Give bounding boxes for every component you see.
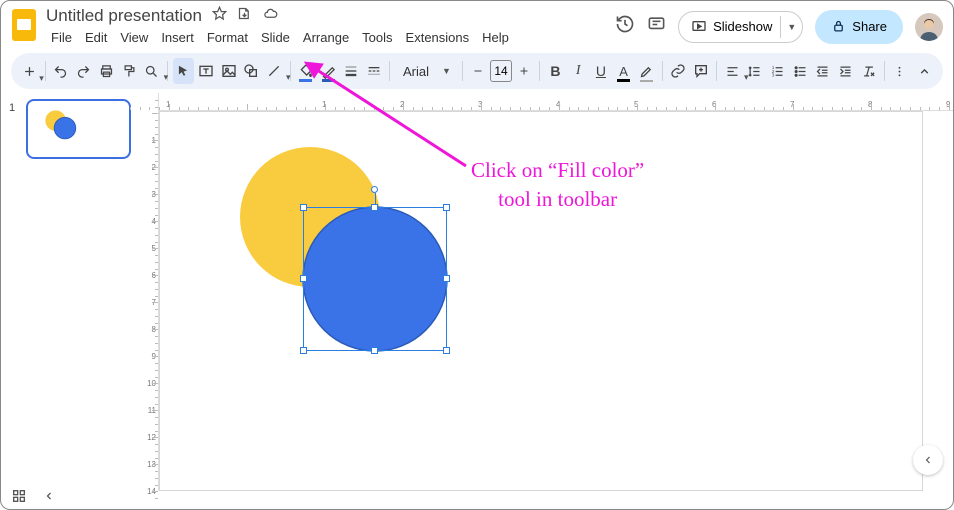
- rotate-handle[interactable]: [371, 186, 378, 193]
- link-button[interactable]: [668, 58, 689, 84]
- fontsize-input[interactable]: 14: [490, 60, 511, 82]
- slide-thumbnail-1[interactable]: [26, 99, 131, 159]
- comments-icon[interactable]: [647, 15, 666, 39]
- textbox-button[interactable]: [196, 58, 217, 84]
- star-icon[interactable]: [212, 6, 227, 26]
- menu-slide[interactable]: Slide: [256, 28, 295, 47]
- fill-color-button[interactable]: [295, 58, 316, 84]
- border-weight-button[interactable]: [341, 58, 362, 84]
- resize-handle[interactable]: [300, 347, 307, 354]
- document-title[interactable]: Untitled presentation: [46, 6, 202, 26]
- move-icon[interactable]: [237, 6, 252, 26]
- resize-handle[interactable]: [300, 204, 307, 211]
- menu-edit[interactable]: Edit: [80, 28, 112, 47]
- fill-color-swatch: [299, 79, 312, 82]
- align-button[interactable]: ▾: [722, 58, 743, 84]
- clear-formatting-button[interactable]: [858, 58, 879, 84]
- border-color-swatch: [322, 79, 335, 82]
- menu-format[interactable]: Format: [202, 28, 253, 47]
- cloud-status-icon[interactable]: [262, 6, 279, 26]
- selection-box[interactable]: [303, 207, 447, 351]
- annotation-text: Click on “Fill color” tool in toolbar: [471, 156, 644, 215]
- menu-view[interactable]: View: [115, 28, 153, 47]
- border-dash-button[interactable]: [363, 58, 384, 84]
- underline-button[interactable]: U: [591, 58, 612, 84]
- share-button[interactable]: Share: [815, 10, 903, 44]
- print-button[interactable]: [96, 58, 117, 84]
- resize-handle[interactable]: [443, 347, 450, 354]
- line-button[interactable]: ▾: [264, 58, 285, 84]
- share-label: Share: [852, 19, 887, 34]
- more-options-button[interactable]: [890, 58, 911, 84]
- paint-format-button[interactable]: [119, 58, 140, 84]
- font-name: Arial: [403, 64, 429, 79]
- redo-button[interactable]: [73, 58, 94, 84]
- grid-view-button[interactable]: [11, 488, 27, 509]
- history-icon[interactable]: [615, 14, 635, 39]
- chevron-down-icon[interactable]: ▼: [787, 22, 796, 32]
- collapse-filmstrip-button[interactable]: [43, 489, 55, 507]
- comment-button[interactable]: [690, 58, 711, 84]
- slides-logo-icon: [11, 8, 37, 42]
- toolbar: ▾ ▾ ▾ Arial▼ 14 B I U A ▾ 123: [11, 53, 943, 89]
- bold-button[interactable]: B: [545, 58, 566, 84]
- user-avatar[interactable]: [915, 13, 943, 41]
- menu-bar: File Edit View Insert Format Slide Arran…: [46, 26, 514, 47]
- menu-insert[interactable]: Insert: [156, 28, 199, 47]
- slideshow-label: Slideshow: [713, 19, 772, 34]
- svg-text:3: 3: [772, 72, 775, 77]
- text-color-button[interactable]: A: [613, 58, 634, 84]
- zoom-button[interactable]: ▾: [141, 58, 162, 84]
- menu-file[interactable]: File: [46, 28, 77, 47]
- menu-tools[interactable]: Tools: [357, 28, 397, 47]
- resize-handle[interactable]: [443, 204, 450, 211]
- italic-button[interactable]: I: [568, 58, 589, 84]
- bulleted-list-button[interactable]: [790, 58, 811, 84]
- border-color-button[interactable]: [318, 58, 339, 84]
- resize-handle[interactable]: [300, 275, 307, 282]
- indent-increase-button[interactable]: [835, 58, 856, 84]
- new-slide-button[interactable]: ▾: [19, 58, 40, 84]
- resize-handle[interactable]: [371, 204, 378, 211]
- horizontal-ruler: 1123456789: [159, 93, 953, 111]
- numbered-list-button[interactable]: 123: [767, 58, 788, 84]
- highlight-button[interactable]: [636, 58, 657, 84]
- collapse-toolbar-button[interactable]: [914, 58, 935, 84]
- slide-number: 1: [9, 102, 15, 114]
- explore-button[interactable]: [913, 445, 943, 475]
- title-bar: Untitled presentation File Edit View Ins…: [1, 1, 953, 47]
- menu-help[interactable]: Help: [477, 28, 514, 47]
- undo-button[interactable]: [51, 58, 72, 84]
- image-button[interactable]: [218, 58, 239, 84]
- font-select[interactable]: Arial▼: [395, 59, 457, 83]
- select-tool[interactable]: [173, 58, 194, 84]
- fontsize-decrease[interactable]: [468, 58, 489, 84]
- resize-handle[interactable]: [443, 275, 450, 282]
- vertical-ruler: 1234567891011121314: [141, 93, 159, 491]
- slideshow-button[interactable]: Slideshow ▼: [678, 11, 803, 43]
- menu-extensions[interactable]: Extensions: [401, 28, 475, 47]
- line-spacing-button[interactable]: [744, 58, 765, 84]
- resize-handle[interactable]: [371, 347, 378, 354]
- menu-arrange[interactable]: Arrange: [298, 28, 354, 47]
- indent-decrease-button[interactable]: [813, 58, 834, 84]
- fontsize-increase[interactable]: [514, 58, 535, 84]
- shape-button[interactable]: [241, 58, 262, 84]
- slide-panel: 1: [1, 93, 141, 491]
- bottom-bar: [1, 487, 953, 509]
